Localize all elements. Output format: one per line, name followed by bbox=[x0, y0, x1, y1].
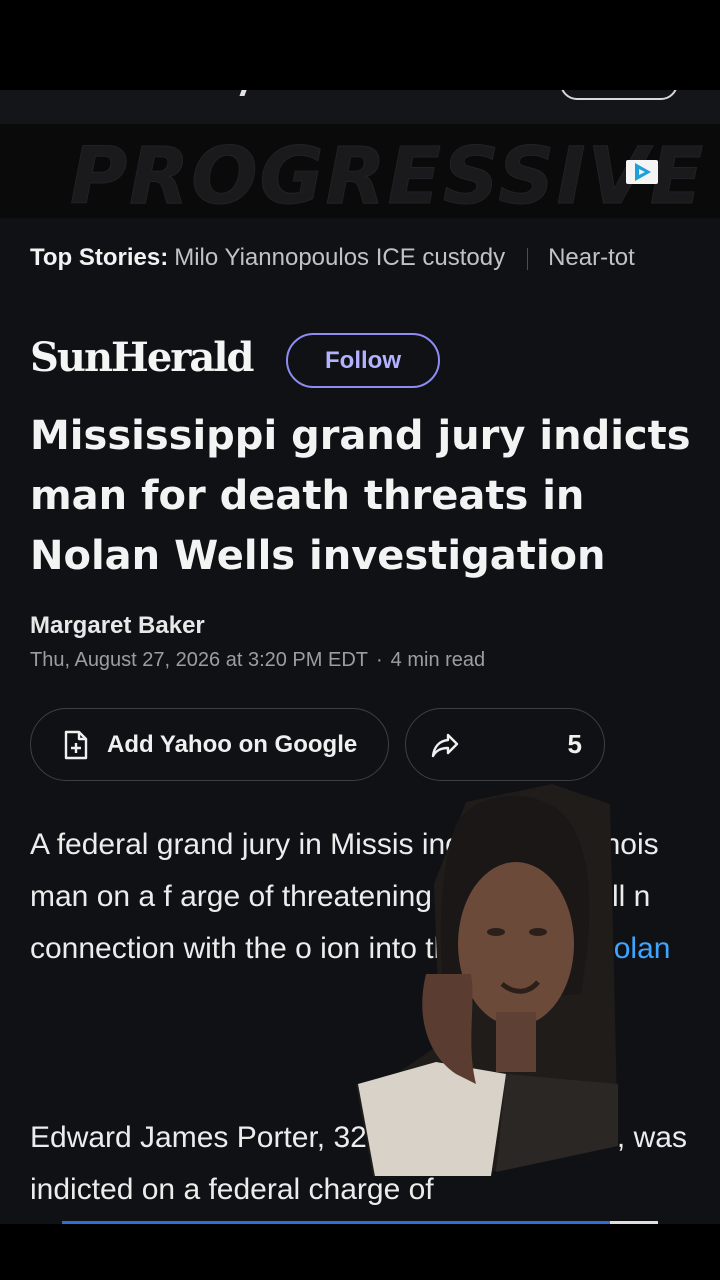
add-yahoo-on-google-label: Add Yahoo on Google bbox=[107, 730, 358, 758]
creator-video-overlay bbox=[356, 784, 618, 1176]
publish-date: Thu, August 27, 2026 at 3:20 PM EDT bbox=[30, 649, 368, 671]
article-page: PROGRESSIVE Top Stories: Milo Yiannopoulo… bbox=[0, 90, 720, 1224]
header-action-button[interactable] bbox=[560, 90, 678, 100]
top-stories-fade bbox=[630, 244, 720, 284]
add-yahoo-on-google-button[interactable]: Add Yahoo on Google bbox=[30, 708, 389, 781]
share-button[interactable]: 5 bbox=[405, 708, 605, 781]
adchoices-icon[interactable] bbox=[626, 160, 658, 184]
meta-separator: · bbox=[375, 649, 383, 671]
author-name[interactable]: Margaret Baker bbox=[30, 612, 205, 640]
site-header bbox=[0, 90, 720, 124]
document-plus-icon bbox=[64, 730, 88, 759]
top-stories-divider bbox=[527, 247, 529, 270]
top-story-link[interactable]: Milo Yiannopoulos ICE custody bbox=[174, 244, 505, 271]
share-count: 5 bbox=[567, 729, 582, 759]
video-top-bar bbox=[0, 0, 720, 90]
top-story-link[interactable]: Near-tot bbox=[548, 244, 635, 271]
publisher-logo[interactable]: SunHerald bbox=[30, 334, 254, 381]
top-stories-bar: Top Stories: Milo Yiannopoulos ICE custod… bbox=[30, 244, 720, 284]
video-bottom-bar bbox=[0, 1224, 720, 1280]
article-headline: Mississippi grand jury indicts man for d… bbox=[30, 413, 691, 579]
header-logo-fragment bbox=[225, 90, 250, 96]
ad-banner[interactable]: PROGRESSIVE bbox=[0, 124, 720, 218]
read-time: 4 min read bbox=[390, 649, 486, 671]
share-arrow-icon bbox=[431, 733, 459, 758]
top-stories-label: Top Stories: bbox=[30, 244, 169, 271]
follow-button[interactable]: Follow bbox=[286, 333, 440, 388]
ad-brand-text: PROGRESSIVE bbox=[69, 132, 706, 219]
article-meta: Thu, August 27, 2026 at 3:20 PM EDT · 4 mi… bbox=[30, 649, 485, 672]
